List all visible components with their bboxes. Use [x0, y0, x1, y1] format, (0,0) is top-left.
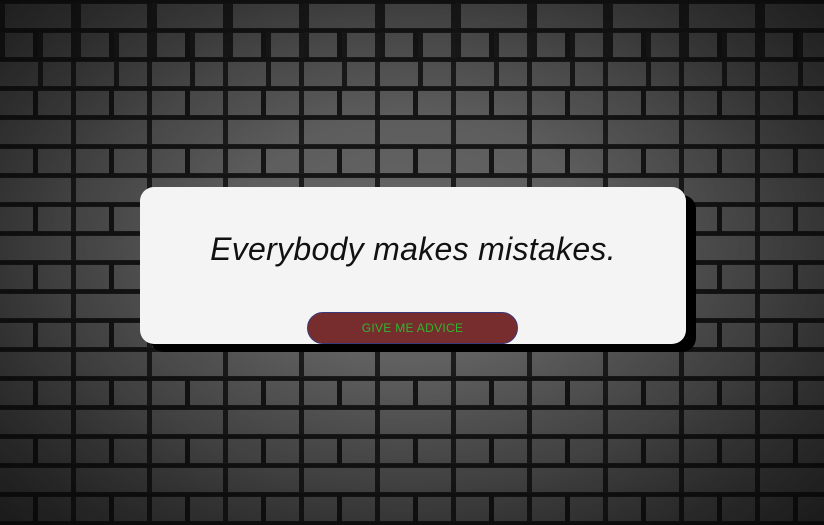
advice-quote: Everybody makes mistakes.	[210, 231, 616, 267]
give-advice-button[interactable]: GIVE ME ADVICE	[307, 312, 518, 344]
advice-card: Everybody makes mistakes. GIVE ME ADVICE	[140, 187, 686, 344]
